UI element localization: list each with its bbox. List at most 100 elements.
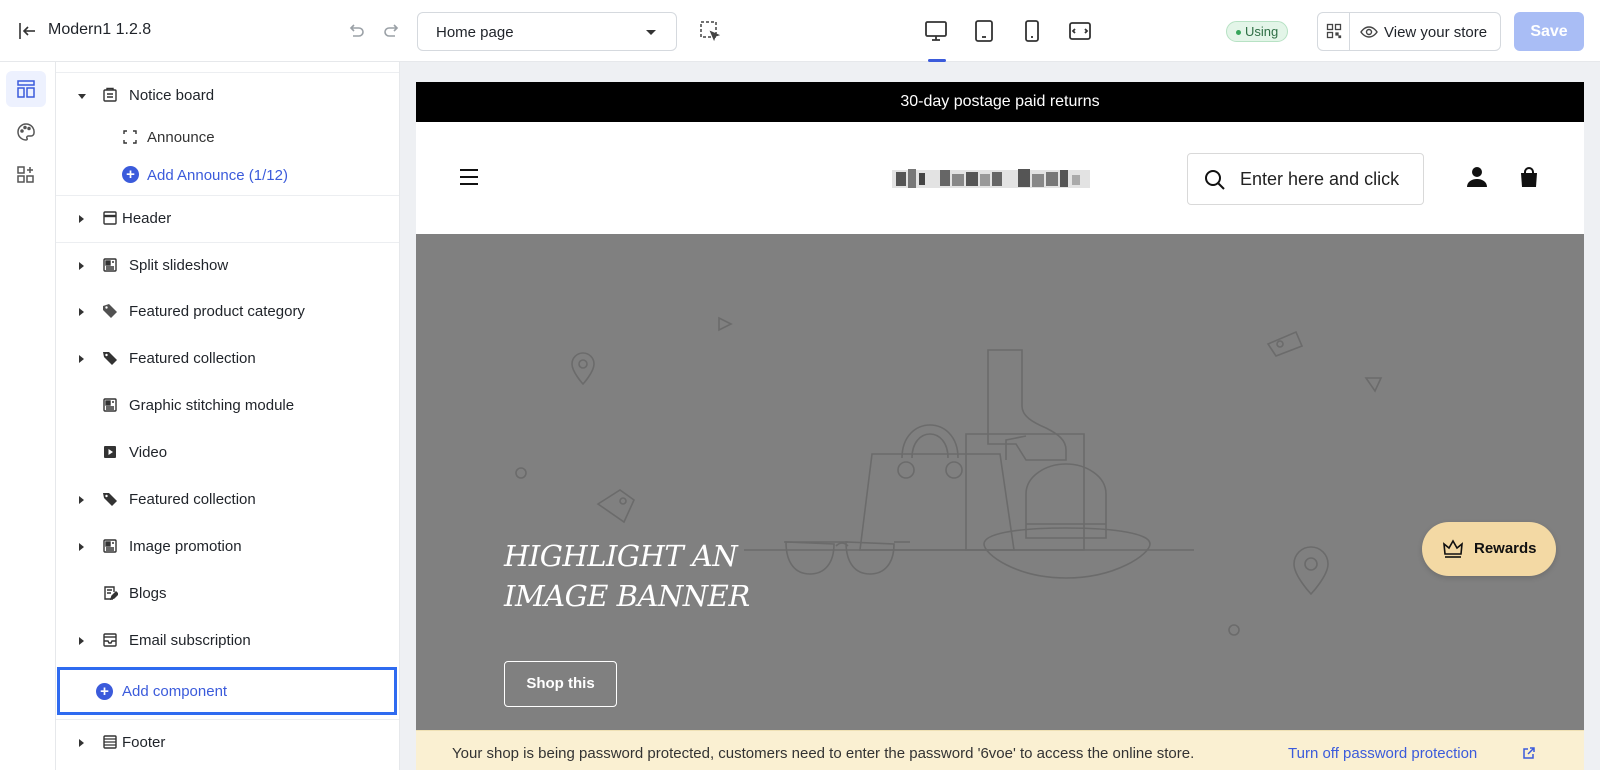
rewards-label: Rewards xyxy=(1474,540,1537,557)
external-link-icon[interactable] xyxy=(1522,746,1536,765)
block-frame-icon xyxy=(122,129,138,145)
palette-icon xyxy=(17,123,35,141)
category-tags-icon xyxy=(102,303,118,319)
redo-icon[interactable] xyxy=(382,20,404,42)
apps-rail-button[interactable] xyxy=(6,157,46,193)
caret-right-icon[interactable] xyxy=(79,543,84,551)
tree-item-label: Announce xyxy=(147,129,215,146)
tree-item-label: Graphic stitching module xyxy=(129,397,295,414)
mobile-view-icon[interactable] xyxy=(1018,17,1046,45)
tree-item-label: Video xyxy=(129,444,168,461)
status-badge-label: Using xyxy=(1245,24,1279,39)
status-dot-icon xyxy=(1236,30,1241,36)
crown-icon xyxy=(1443,539,1463,558)
email-section-icon xyxy=(102,632,118,648)
exit-editor-icon[interactable] xyxy=(16,20,38,42)
theme-name-version: Modern1 1.2.8 xyxy=(48,21,152,38)
banner-heading: HIGHLIGHT AN IMAGE BANNER xyxy=(504,536,750,616)
search-icon xyxy=(1205,170,1225,190)
header-section-icon xyxy=(102,210,118,226)
tree-item-label: Footer xyxy=(122,734,166,751)
tree-item-label: Blogs xyxy=(129,585,167,602)
tree-item-header[interactable]: Header xyxy=(56,195,399,239)
undo-icon[interactable] xyxy=(344,20,366,42)
tree-item-label: Featured product category xyxy=(129,303,305,320)
menu-icon[interactable] xyxy=(460,168,480,186)
tree-item-featured-collection[interactable]: Featured collection xyxy=(56,336,399,380)
tree-item-email-subscription[interactable]: Email subscription xyxy=(56,618,399,662)
section-block-icon xyxy=(102,257,118,273)
tree-item-graphic-stitching-module[interactable]: Graphic stitching module xyxy=(56,383,399,427)
tree-item-footer[interactable]: Footer xyxy=(56,719,399,763)
fullscreen-view-icon[interactable] xyxy=(1066,17,1094,45)
page-select-value: Home page xyxy=(436,24,514,41)
caret-right-icon[interactable] xyxy=(79,355,84,363)
section-block-icon xyxy=(102,397,118,413)
caret-right-icon[interactable] xyxy=(79,739,84,747)
add-component-label: Add component xyxy=(122,683,228,700)
image-banner-section[interactable]: HIGHLIGHT AN IMAGE BANNER Shop this Rewa… xyxy=(416,234,1584,770)
status-badge: Using xyxy=(1226,21,1289,42)
view-store-button[interactable]: View your store xyxy=(1384,24,1487,41)
tree-item-label: Header xyxy=(122,210,172,227)
eye-icon xyxy=(1360,24,1378,45)
notice-board-icon xyxy=(102,87,118,103)
sections-icon xyxy=(17,80,35,98)
tree-item-label: Email subscription xyxy=(129,632,251,649)
plus-circle-icon: + xyxy=(122,166,139,183)
add-announce-label: Add Announce (1/12) xyxy=(147,167,288,184)
tag-icon xyxy=(102,350,118,366)
tree-item-label: Split slideshow xyxy=(129,257,229,274)
caret-right-icon[interactable] xyxy=(79,262,84,270)
password-protection-notice: Your shop is being password protected, c… xyxy=(416,730,1584,770)
caret-right-icon[interactable] xyxy=(79,215,84,223)
qr-code-button[interactable] xyxy=(1318,13,1350,50)
sections-panel: Notice board Announce + Add Announce (1/… xyxy=(56,62,400,770)
chevron-down-icon xyxy=(646,30,656,35)
caret-right-icon[interactable] xyxy=(79,637,84,645)
caret-right-icon[interactable] xyxy=(79,496,84,504)
shopping-bag-icon[interactable] xyxy=(1518,166,1540,193)
tablet-view-icon[interactable] xyxy=(970,17,998,45)
shop-this-button[interactable]: Shop this xyxy=(504,661,617,707)
apps-icon xyxy=(17,166,34,183)
store-header[interactable]: Enter here and click xyxy=(416,122,1584,234)
banner-heading-line-1: HIGHLIGHT AN xyxy=(504,539,738,573)
caret-right-icon[interactable] xyxy=(79,308,84,316)
footer-section-icon xyxy=(102,734,118,750)
tree-item-label: Notice board xyxy=(129,87,215,104)
theme-style-rail-button[interactable] xyxy=(6,114,46,150)
page-select-dropdown[interactable]: Home page xyxy=(417,12,677,51)
banner-heading-line-2: IMAGE BANNER xyxy=(504,579,750,613)
add-announce-button[interactable]: + Add Announce (1/12) xyxy=(56,153,399,197)
desktop-view-icon[interactable] xyxy=(922,17,950,45)
tree-item-featured-product-category[interactable]: Featured product category xyxy=(56,289,399,333)
tree-item-video[interactable]: Video xyxy=(56,430,399,474)
tree-item-featured-collection-2[interactable]: Featured collection xyxy=(56,477,399,521)
tree-item-label: Featured collection xyxy=(129,350,256,367)
announcement-bar[interactable]: 30-day postage paid returns xyxy=(416,82,1584,122)
save-button[interactable]: Save xyxy=(1514,12,1584,51)
add-component-button[interactable]: + Add component xyxy=(57,667,397,715)
blog-edit-icon xyxy=(102,585,119,601)
rewards-button[interactable]: Rewards xyxy=(1422,522,1556,576)
store-search-input[interactable]: Enter here and click xyxy=(1187,153,1424,205)
element-picker-icon[interactable] xyxy=(698,19,722,43)
video-icon xyxy=(102,444,118,460)
section-block-icon xyxy=(102,538,118,554)
caret-down-icon[interactable] xyxy=(78,94,86,99)
view-store-group: View your store xyxy=(1317,12,1501,51)
sections-rail-button[interactable] xyxy=(6,71,46,107)
tree-item-split-slideshow[interactable]: Split slideshow xyxy=(56,242,399,286)
store-preview[interactable]: 30-day postage paid returns Enter here a… xyxy=(416,82,1584,770)
turn-off-password-link[interactable]: Turn off password protection xyxy=(1288,745,1477,762)
tree-item-label: Featured collection xyxy=(129,491,256,508)
left-icon-rail xyxy=(0,62,56,770)
tree-item-image-promotion[interactable]: Image promotion xyxy=(56,524,399,568)
store-logo-blurred[interactable] xyxy=(892,166,1090,192)
account-icon[interactable] xyxy=(1466,166,1488,193)
tree-item-blogs[interactable]: Blogs xyxy=(56,571,399,615)
tree-item-notice-board[interactable]: Notice board xyxy=(56,73,399,117)
preview-canvas: 30-day postage paid returns Enter here a… xyxy=(400,62,1600,770)
tree-item-label: Image promotion xyxy=(129,538,242,555)
